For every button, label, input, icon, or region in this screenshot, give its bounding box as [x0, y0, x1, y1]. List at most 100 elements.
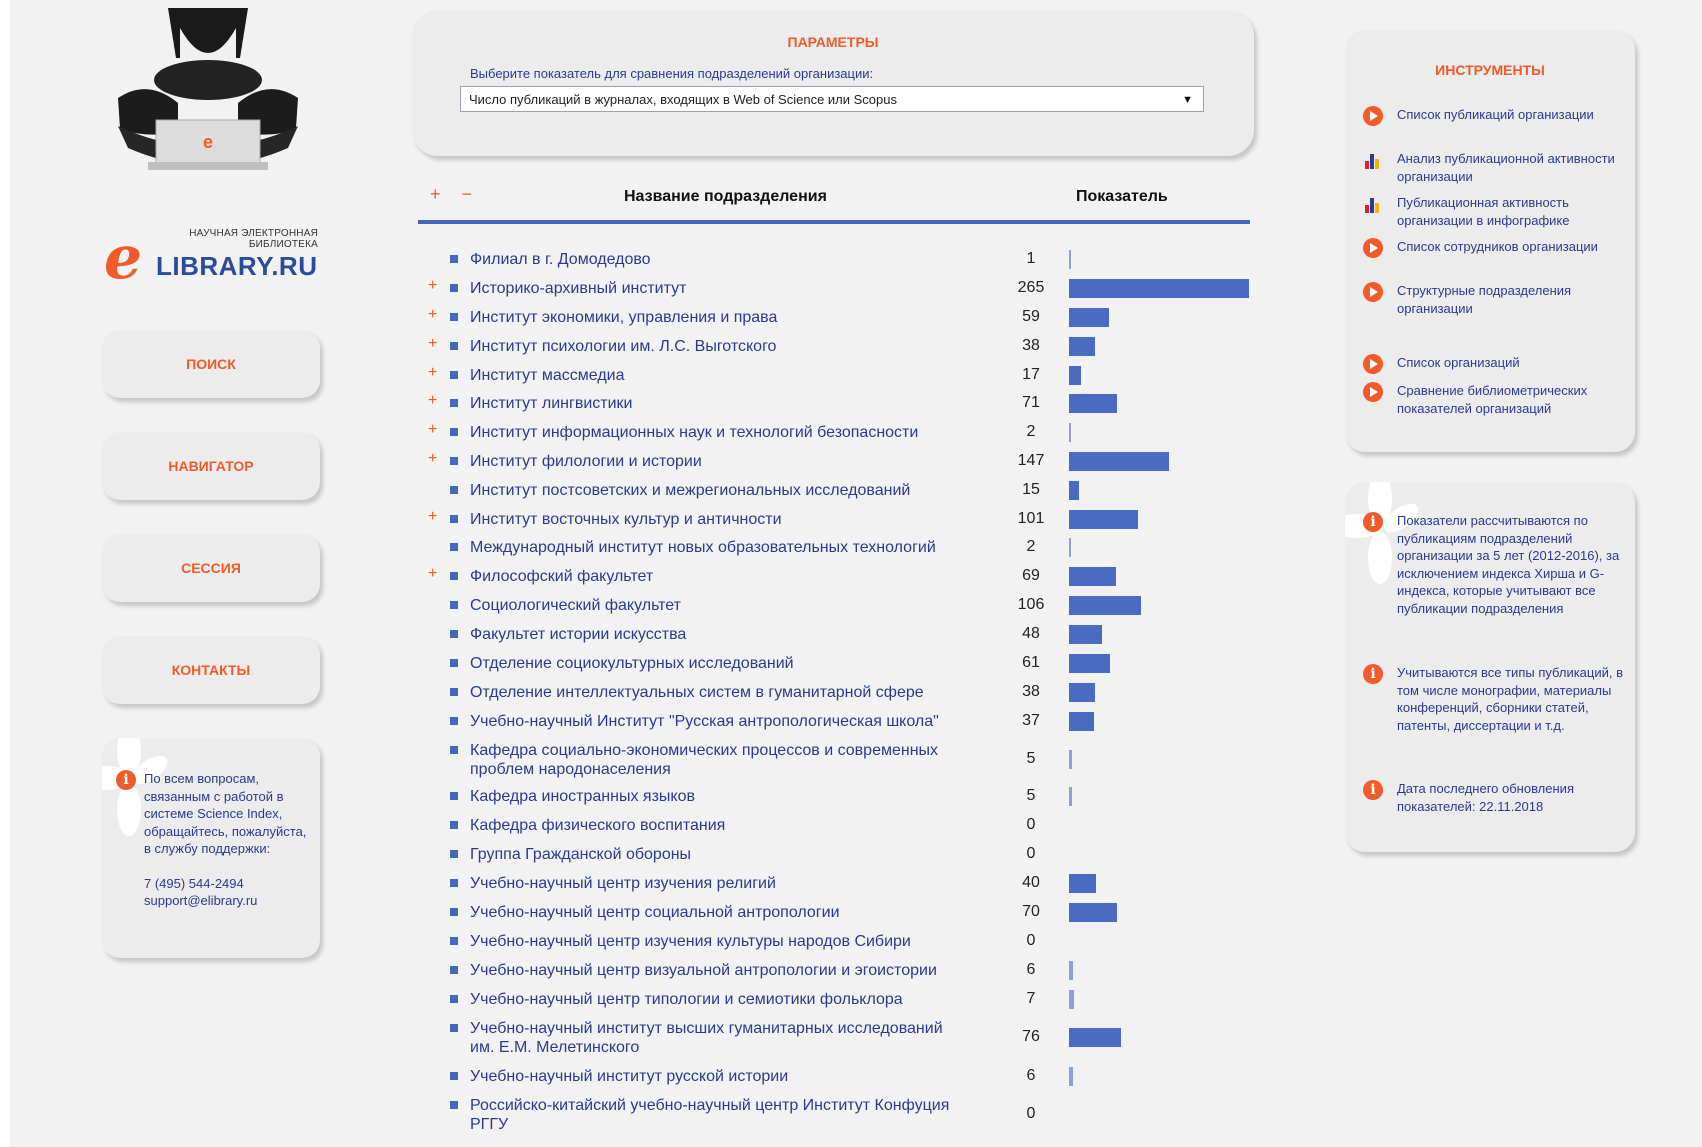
indicator-value: 6 — [1026, 1067, 1036, 1084]
expand-collapse-all-controls[interactable]: + − — [430, 184, 480, 205]
logo-subtitle-line2: БИБЛИОТЕКА — [248, 239, 318, 250]
indicator-value: 15 — [1022, 481, 1040, 498]
expand-row-button[interactable]: + — [428, 565, 437, 583]
elibrary-logo[interactable]: НАУЧНАЯ ЭЛЕКТРОННАЯ БИБЛИОТЕКА e LIBRARY… — [104, 223, 324, 293]
department-name-link[interactable]: Учебно-научный центр изучения религий — [470, 874, 966, 893]
department-name-link[interactable]: Историко-архивный институт — [470, 279, 966, 298]
table-row: Учебно-научный центр визуальной антропол… — [418, 961, 1250, 980]
department-name-link[interactable]: Российско-китайский учебно-научный центр… — [470, 1096, 966, 1134]
indicator-bar — [1069, 510, 1138, 529]
table-row: Учебно-научный центр социальной антропол… — [418, 903, 1250, 922]
department-name-link[interactable]: Институт филологии и истории — [470, 452, 966, 471]
navigator-button[interactable]: НАВИГАТОР — [102, 432, 320, 500]
play-icon — [1363, 238, 1383, 258]
indicator-value: 147 — [1017, 452, 1045, 469]
bullet-square-icon — [450, 717, 458, 725]
indicator-select-value: Число публикаций в журналах, входящих в … — [469, 92, 897, 107]
info-note-text: Учитываются все типы публикаций, в том ч… — [1397, 665, 1624, 733]
table-row: Учебно-научный институт русской истории 6 — [418, 1067, 1250, 1086]
indicator-value: 0 — [1026, 816, 1036, 833]
indicator-bar — [1069, 308, 1109, 327]
department-name-link[interactable]: Учебно-научный центр социальной антропол… — [470, 903, 966, 922]
department-name-link[interactable]: Институт лингвистики — [470, 394, 966, 413]
department-name-link[interactable]: Институт информационных наук и технологи… — [470, 423, 966, 442]
expand-row-button[interactable]: + — [428, 508, 437, 526]
table-row: Учебно-научный центр типологии и семиоти… — [418, 990, 1250, 1009]
department-name-link[interactable]: Учебно-научный центр типологии и семиоти… — [470, 990, 966, 1009]
indicator-bar — [1069, 903, 1117, 922]
department-name-link[interactable]: Факультет истории искусства — [470, 625, 966, 644]
bullet-square-icon — [450, 908, 458, 916]
department-name-link[interactable]: Социологический факультет — [470, 596, 966, 615]
tools-title: ИНСТРУМЕНТЫ — [1435, 62, 1545, 78]
department-name-link[interactable]: Институт массмедиа — [470, 366, 966, 385]
info-icon: i — [1363, 780, 1383, 800]
department-name-link[interactable]: Институт восточных культур и античности — [470, 510, 966, 529]
department-name-link[interactable]: Отделение социокультурных исследований — [470, 654, 966, 673]
indicator-bar — [1069, 452, 1169, 471]
indicator-value: 17 — [1022, 366, 1040, 383]
department-name-link[interactable]: Философский факультет — [470, 567, 966, 586]
bullet-square-icon — [450, 371, 458, 379]
indicator-value: 76 — [1022, 1028, 1040, 1045]
department-name-link[interactable]: Филиал в г. Домодедово — [470, 250, 966, 269]
department-name-link[interactable]: Учебно-научный институт русской истории — [470, 1067, 966, 1086]
table-row: + Институт информационных наук и технолог… — [418, 421, 1250, 442]
indicator-value: 69 — [1022, 567, 1040, 584]
table-row: Кафедра социально-экономических процессо… — [418, 741, 1250, 779]
expand-row-button[interactable]: + — [428, 335, 437, 353]
contacts-button[interactable]: КОНТАКТЫ — [102, 636, 320, 704]
department-name-link[interactable]: Кафедра иностранных языков — [470, 787, 966, 806]
indicator-bar — [1069, 538, 1071, 557]
department-name-link[interactable]: Институт экономики, управления и права — [470, 308, 966, 327]
logo-letter: e — [104, 223, 143, 293]
bullet-square-icon — [450, 515, 458, 523]
info-note-text: Показатели рассчитываются по публикациям… — [1397, 513, 1620, 616]
indicator-bar — [1069, 366, 1081, 385]
table-header: + − Название подразделения Показатель — [418, 176, 1250, 224]
bullet-square-icon — [450, 428, 458, 436]
department-name-link[interactable]: Кафедра физического воспитания — [470, 816, 966, 835]
expand-row-button[interactable]: + — [428, 392, 437, 410]
search-button[interactable]: ПОИСК — [102, 330, 320, 398]
bullet-square-icon — [450, 879, 458, 887]
department-name-link[interactable]: Международный институт новых образовател… — [470, 538, 966, 557]
indicator-value: 40 — [1022, 874, 1040, 891]
expand-row-button[interactable]: + — [428, 421, 437, 439]
indicator-bar — [1069, 481, 1079, 500]
department-name-link[interactable]: Отделение интеллектуальных систем в гума… — [470, 683, 966, 702]
indicator-value: 59 — [1022, 308, 1040, 325]
department-name-link[interactable]: Институт психологии им. Л.С. Выготского — [470, 337, 966, 356]
indicator-value: 2 — [1026, 538, 1036, 555]
expand-row-button[interactable]: + — [428, 364, 437, 382]
indicator-select[interactable]: Число публикаций в журналах, входящих в … — [460, 86, 1204, 112]
table-row: Отделение социокультурных исследований 61 — [418, 654, 1250, 673]
indicator-bar — [1069, 1028, 1121, 1047]
support-text: По всем вопросам, связанным с работой в … — [144, 771, 307, 856]
department-name-link[interactable]: Институт постсоветских и межрегиональных… — [470, 481, 966, 500]
indicator-bar — [1069, 961, 1073, 980]
indicator-value: 1 — [1026, 250, 1036, 267]
session-button[interactable]: СЕССИЯ — [102, 534, 320, 602]
department-name-link[interactable]: Учебно-научный Институт "Русская антропо… — [470, 712, 966, 731]
tool-label: Список публикаций организации — [1397, 107, 1594, 122]
department-name-link[interactable]: Группа Гражданской обороны — [470, 845, 966, 864]
expand-row-button[interactable]: + — [428, 450, 437, 468]
bullet-square-icon — [450, 966, 458, 974]
expand-row-button[interactable]: + — [428, 277, 437, 295]
bullet-square-icon — [450, 601, 458, 609]
department-name-link[interactable]: Учебно-научный центр визуальной антропол… — [470, 961, 966, 980]
table-row: Международный институт новых образовател… — [418, 538, 1250, 557]
table-row: Институт постсоветских и межрегиональных… — [418, 481, 1250, 500]
expand-row-button[interactable]: + — [428, 306, 437, 324]
play-icon — [1363, 354, 1383, 374]
table-row: + Институт экономики, управления и права 5… — [418, 306, 1250, 327]
indicator-bar — [1069, 567, 1116, 586]
department-name-link[interactable]: Учебно-научный центр изучения культуры н… — [470, 932, 966, 951]
department-name-link[interactable]: Учебно-научный институт высших гуманитар… — [470, 1019, 966, 1057]
indicator-bar — [1069, 423, 1071, 442]
department-name-link[interactable]: Кафедра социально-экономических процессо… — [470, 741, 966, 779]
support-email[interactable]: support@elibrary.ru — [144, 892, 314, 910]
indicator-value: 0 — [1026, 932, 1036, 949]
bullet-square-icon — [450, 255, 458, 263]
